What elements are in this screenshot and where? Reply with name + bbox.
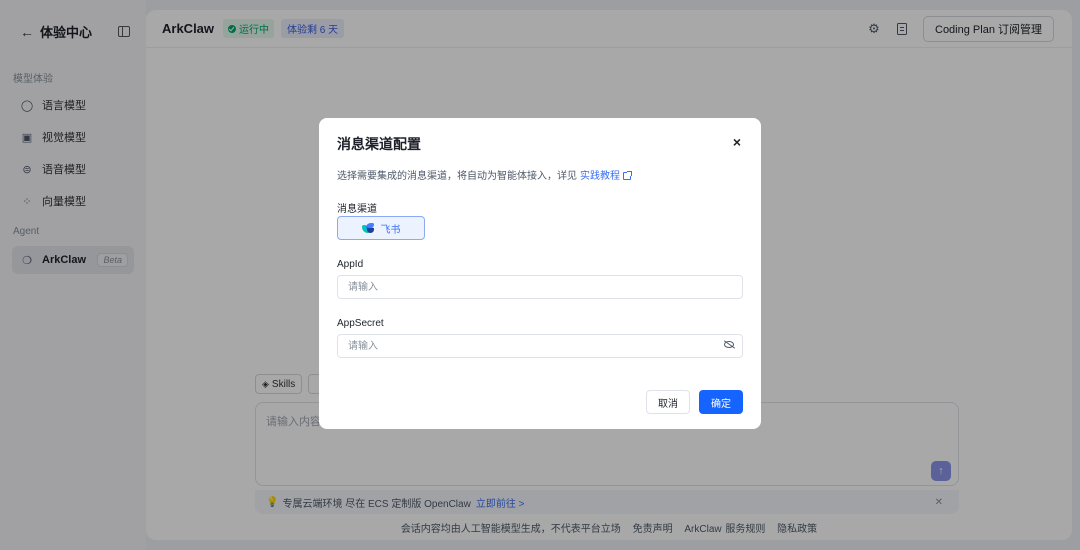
tutorial-link-text: 实践教程	[580, 171, 620, 182]
cancel-button[interactable]: 取消	[646, 390, 690, 414]
channel-label: 消息渠道	[337, 204, 377, 215]
channel-option-label: 飞书	[380, 224, 401, 236]
dialog-title: 消息渠道配置	[337, 136, 421, 152]
app-secret-input[interactable]	[337, 334, 743, 358]
close-icon[interactable]: ×	[733, 134, 741, 150]
external-link-icon	[623, 171, 632, 180]
app-id-input[interactable]	[337, 275, 743, 299]
dialog-description: 选择需要集成的消息渠道，将自动为智能体接入，详见 实践教程	[337, 167, 632, 182]
tutorial-link[interactable]: 实践教程	[580, 171, 632, 182]
confirm-button[interactable]: 确定	[699, 390, 743, 414]
channel-option-feishu[interactable]: 飞书	[337, 216, 425, 240]
eye-off-icon[interactable]	[724, 341, 734, 348]
app-id-label: AppId	[337, 259, 364, 270]
feishu-logo-icon	[361, 222, 375, 234]
app-secret-label: AppSecret	[337, 318, 384, 329]
channel-config-dialog: 消息渠道配置 × 选择需要集成的消息渠道，将自动为智能体接入，详见 实践教程 消息…	[319, 118, 761, 429]
description-text: 选择需要集成的消息渠道，将自动为智能体接入，详见	[337, 171, 577, 182]
